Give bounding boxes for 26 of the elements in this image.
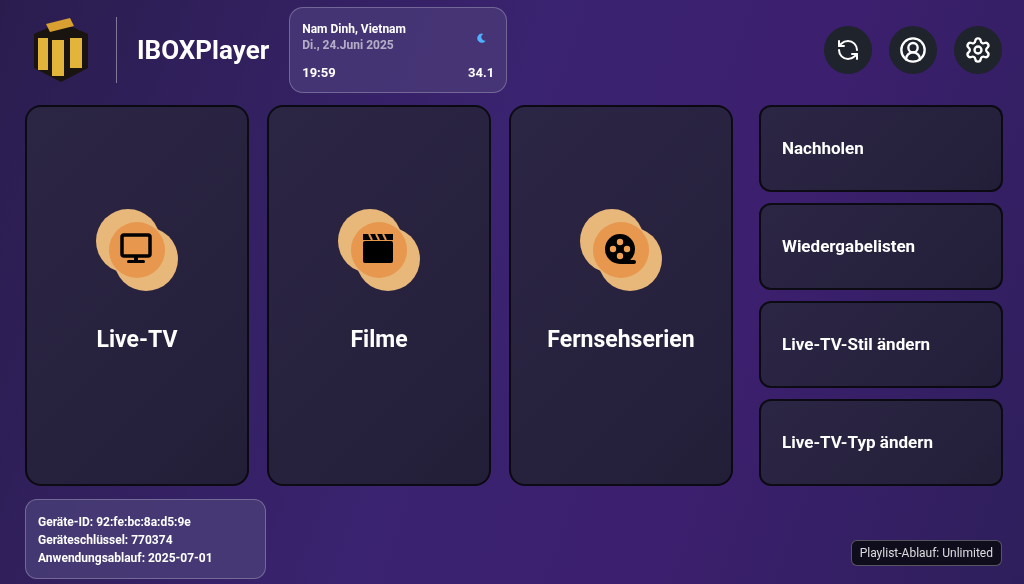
time-text: 19:59	[302, 63, 336, 82]
app-title: IBOXPlayer	[137, 33, 270, 67]
menu-button[interactable]: Live-TV-Typ ändern	[759, 399, 1003, 486]
refresh-button[interactable]	[824, 26, 872, 74]
menu-button[interactable]: Nachholen	[759, 105, 1003, 192]
device-info-text: Geräte-ID: 92:fe:bc:8a:d5:9e	[38, 514, 192, 531]
clapperboard-icon	[336, 207, 422, 293]
device-info-text: Geräteschlüssel: 770374	[38, 532, 174, 549]
refresh-icon	[836, 38, 860, 62]
settings-icon	[964, 36, 992, 64]
category-tile[interactable]: Fernsehserien	[509, 105, 733, 486]
moon-icon	[477, 33, 487, 43]
category-tile[interactable]: Live-TV	[25, 105, 249, 486]
menu-button[interactable]: Live-TV-Stil ändern	[759, 301, 1003, 388]
location-text: Nam Dinh, Vietnam	[302, 21, 406, 37]
profile-icon	[899, 36, 927, 64]
device-info-text: Anwendungsablauf: 2025-07-01	[38, 550, 214, 567]
monitor-icon	[94, 207, 180, 293]
playlist-expiry-badge: Playlist-Ablauf: Unlimited	[850, 540, 1002, 566]
menu-button[interactable]: Wiedergabelisten	[759, 203, 1003, 290]
settings-button[interactable]	[954, 26, 1002, 74]
category-tile[interactable]: Filme	[267, 105, 491, 486]
temperature-text: 34.1	[468, 63, 495, 82]
profile-button[interactable]	[889, 26, 937, 74]
date-text: Di., 24.Juni 2025	[302, 37, 395, 53]
film-reel-icon	[578, 207, 664, 293]
